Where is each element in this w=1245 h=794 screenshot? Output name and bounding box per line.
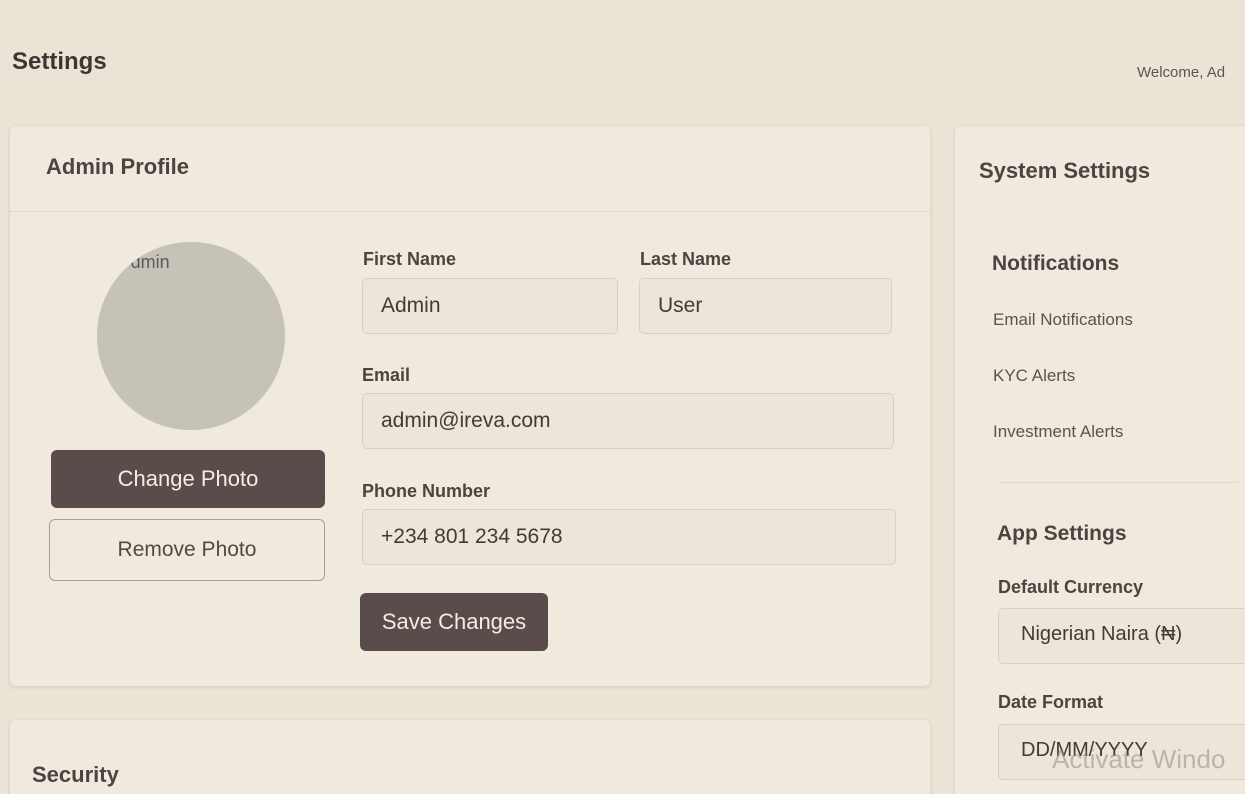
email-field[interactable] [362,393,894,449]
system-settings-card: System Settings Notifications Email Noti… [955,126,1245,794]
phone-label: Phone Number [362,481,491,501]
date-format-label: Date Format [998,692,1104,712]
change-photo-button[interactable]: Change Photo [51,450,325,508]
remove-photo-button[interactable]: Remove Photo [49,519,325,581]
app-settings-heading: App Settings [997,522,1127,545]
security-card: Security [10,720,930,794]
last-name-label: Last Name [640,249,732,269]
notifications-heading: Notifications [992,252,1120,275]
save-changes-button[interactable]: Save Changes [360,593,548,651]
welcome-text: Welcome, Ad [1137,64,1226,81]
investment-alerts-item[interactable]: Investment Alerts [993,422,1123,442]
admin-profile-title: Admin Profile [10,126,930,212]
avatar-alt-text: dmin [127,252,170,272]
page-title: Settings [12,48,107,75]
phone-input[interactable] [362,509,896,565]
email-notifications-item[interactable]: Email Notifications [993,310,1133,330]
activate-windows-watermark: Activate Windo [1052,744,1226,774]
email-label: Email [362,365,411,385]
admin-profile-card: Admin Profile dmin Change Photo Remove P… [10,126,930,686]
system-settings-title: System Settings [979,158,1151,183]
default-currency-select[interactable]: Nigerian Naira (₦) [998,608,1245,664]
first-name-input[interactable] [362,278,618,334]
first-name-label: First Name [363,249,457,269]
avatar: dmin [97,242,285,430]
default-currency-label: Default Currency [998,577,1144,597]
divider [998,482,1238,483]
last-name-input[interactable] [639,278,892,334]
security-title: Security [32,762,119,787]
kyc-alerts-item[interactable]: KYC Alerts [993,366,1075,386]
